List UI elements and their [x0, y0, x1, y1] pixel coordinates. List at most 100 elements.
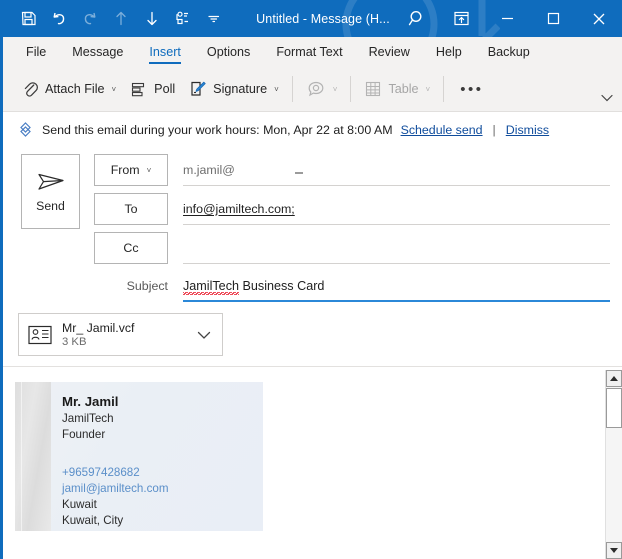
table-button: Table ˅	[357, 75, 437, 103]
business-card-email: jamil@jamiltech.com	[62, 481, 169, 495]
business-card-company: JamilTech	[62, 411, 114, 425]
tab-help[interactable]: Help	[423, 37, 475, 67]
ribbon-divider	[350, 76, 352, 102]
business-card-spacer	[62, 443, 252, 465]
send-paper-plane-icon	[36, 170, 66, 194]
signature-button[interactable]: Signature ˅	[182, 75, 286, 103]
caret-down-icon	[610, 548, 618, 553]
tab-file[interactable]: File	[13, 37, 59, 67]
window-title: Untitled - Message (H...	[256, 11, 390, 26]
business-card-phone: +96597428682	[62, 465, 140, 479]
chevron-down-icon: ˅	[332, 84, 338, 94]
attachment-meta: Mr_ Jamil.vcf 3 KB	[62, 321, 197, 348]
attach-file-label: Attach File	[45, 82, 105, 96]
touch-mode-icon[interactable]	[169, 5, 197, 33]
customize-qat-icon[interactable]	[200, 5, 228, 33]
maximize-icon[interactable]	[530, 0, 576, 37]
ribbon-toolbar: Attach File ˅ Poll Signature ˅ ˅ Table ˅…	[3, 67, 622, 112]
poll-button[interactable]: Poll	[123, 76, 182, 103]
link-bubble-button: ˅	[299, 75, 345, 103]
ribbon-divider	[443, 76, 445, 102]
chevron-down-icon: ˅	[146, 165, 152, 175]
from-button-label: From	[110, 163, 140, 177]
insights-icon	[17, 121, 34, 138]
business-card-left-strip	[15, 382, 51, 531]
collapse-ribbon-icon[interactable]	[600, 91, 614, 109]
window-controls	[396, 0, 622, 37]
scroll-down-button[interactable]	[606, 542, 622, 559]
to-button[interactable]: To	[94, 193, 168, 225]
from-address: m.jamil@	[183, 162, 235, 177]
to-recipient: info@jamiltech.com;	[183, 201, 295, 216]
paperclip-icon	[22, 80, 39, 99]
attachment-chevron-down-icon[interactable]	[197, 330, 211, 340]
minimize-icon[interactable]	[484, 0, 530, 37]
redo-icon[interactable]	[76, 5, 104, 33]
title-bar: Untitled - Message (H...	[0, 0, 622, 37]
quick-access-toolbar	[0, 5, 228, 33]
poll-icon	[130, 81, 148, 98]
search-icon[interactable]	[396, 0, 438, 37]
close-icon[interactable]	[576, 0, 622, 37]
table-label: Table	[388, 82, 419, 96]
attachment-item[interactable]: Mr_ Jamil.vcf 3 KB	[18, 313, 223, 356]
send-button-label: Send	[36, 199, 65, 213]
subject-label: Subject	[126, 279, 168, 293]
chevron-down-icon[interactable]: ˅	[112, 85, 117, 94]
business-card-city: Kuwait, City	[62, 513, 124, 527]
infobar-divider: |	[492, 122, 496, 137]
scrollbar-thumb[interactable]	[606, 388, 622, 428]
signature-icon	[189, 80, 207, 98]
signature-label: Signature	[213, 82, 268, 96]
from-button[interactable]: From ˅	[94, 154, 168, 186]
attachment-filesize: 3 KB	[62, 336, 87, 348]
tab-review[interactable]: Review	[356, 37, 423, 67]
link-bubble-icon	[306, 80, 326, 98]
message-body[interactable]: Mr. Jamil JamilTech Founder +96597428682…	[3, 367, 622, 559]
dismiss-link[interactable]: Dismiss	[506, 123, 549, 137]
business-card-title: Founder	[62, 427, 106, 441]
send-button[interactable]: Send	[21, 154, 80, 229]
subject-input[interactable]: JamilTech Business Card	[183, 272, 610, 302]
attachment-filename: Mr_ Jamil.vcf	[62, 321, 135, 335]
business-card-content: Mr. Jamil JamilTech Founder +96597428682…	[62, 393, 252, 529]
business-card-name: Mr. Jamil	[62, 394, 119, 409]
undo-icon[interactable]	[45, 5, 73, 33]
outlook-compose-window: Untitled - Message (H... File Message In…	[0, 0, 622, 559]
subject-text-rest: Business Card	[239, 279, 325, 293]
poll-label: Poll	[154, 82, 176, 96]
attachment-zone: Mr_ Jamil.vcf 3 KB	[3, 303, 622, 367]
infobar-message: Send this email during your work hours: …	[42, 122, 393, 137]
vcard-contact-icon	[28, 325, 52, 345]
ribbon-tab-bar: File Message Insert Options Format Text …	[3, 37, 622, 67]
attach-file-button[interactable]: Attach File ˅	[15, 75, 123, 104]
tab-backup[interactable]: Backup	[475, 37, 543, 67]
ribbon-divider	[291, 76, 293, 102]
cc-value-field[interactable]	[183, 232, 610, 264]
body-scrollbar[interactable]	[605, 370, 622, 559]
tab-options[interactable]: Options	[194, 37, 263, 67]
chevron-down-icon[interactable]: ˅	[274, 85, 279, 94]
chevron-down-icon: ˅	[425, 84, 431, 94]
to-button-label: To	[124, 202, 138, 216]
business-card-image[interactable]: Mr. Jamil JamilTech Founder +96597428682…	[15, 382, 263, 531]
from-redacted-mark	[295, 172, 303, 174]
from-value-field[interactable]: m.jamil@	[183, 154, 610, 186]
previous-item-icon[interactable]	[107, 5, 135, 33]
cc-button[interactable]: Cc	[94, 232, 168, 264]
table-icon	[364, 80, 382, 98]
next-item-icon[interactable]	[138, 5, 166, 33]
more-commands-button[interactable]: •••	[450, 78, 493, 101]
tab-insert[interactable]: Insert	[136, 37, 194, 67]
save-icon[interactable]	[14, 5, 42, 33]
ribbon-display-options-icon[interactable]	[438, 0, 484, 37]
tab-format-text[interactable]: Format Text	[263, 37, 355, 67]
business-card-country: Kuwait	[62, 497, 97, 511]
schedule-send-infobar: Send this email during your work hours: …	[3, 113, 622, 146]
schedule-send-link[interactable]: Schedule send	[401, 123, 483, 137]
scroll-up-button[interactable]	[606, 370, 622, 387]
to-value-field[interactable]: info@jamiltech.com;	[183, 193, 610, 225]
tab-message[interactable]: Message	[59, 37, 136, 67]
subject-misspelled-word: JamilTech	[183, 279, 239, 295]
caret-up-icon	[610, 376, 618, 381]
